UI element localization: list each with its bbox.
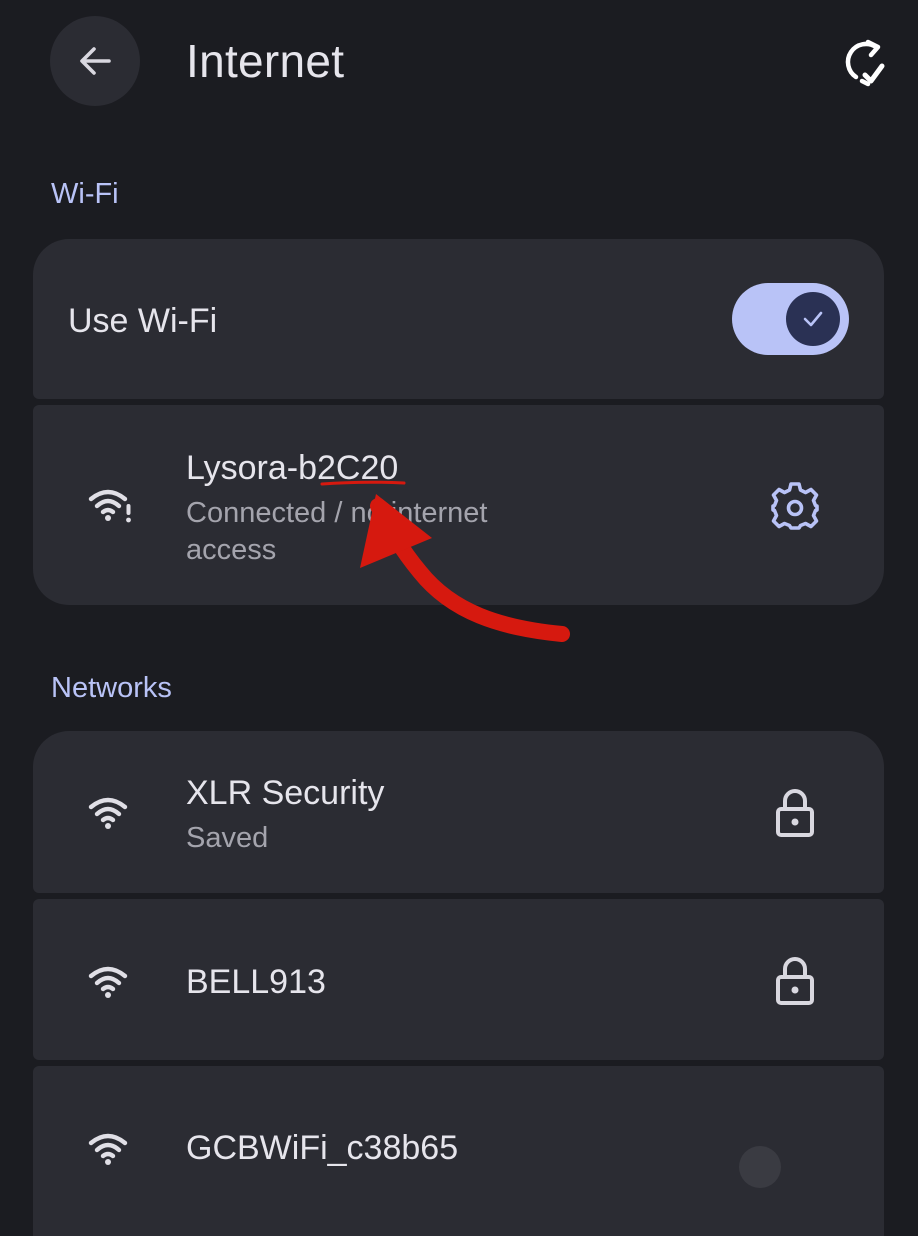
lock-icon (776, 789, 814, 837)
back-button[interactable] (50, 16, 140, 106)
use-wifi-toggle[interactable] (732, 283, 849, 355)
connected-network-status: Connected / no internet (186, 497, 488, 529)
wifi-section-label: Wi-Fi (51, 178, 119, 210)
network-name: BELL913 (186, 963, 326, 1001)
floating-dot (739, 1146, 781, 1188)
network-status: Saved (186, 822, 269, 854)
use-wifi-row[interactable]: Use Wi-Fi (33, 239, 884, 399)
lock-icon (776, 957, 814, 1005)
wifi-icon (88, 966, 128, 998)
network-row-xlr-security[interactable]: XLR Security Saved (33, 731, 884, 893)
wifi-icon (88, 1133, 128, 1165)
toggle-knob (786, 292, 840, 346)
check-icon (803, 311, 823, 327)
arrow-left-icon (80, 47, 111, 75)
wifi-icon (88, 797, 128, 829)
gear-icon[interactable] (769, 480, 821, 532)
connected-network-status-cont: access (186, 534, 277, 566)
refresh-icon (845, 39, 885, 87)
networks-section-label: Networks (51, 672, 172, 704)
network-name: GCBWiFi_c38b65 (186, 1129, 459, 1167)
top-app-bar: Internet (0, 0, 918, 124)
refresh-button[interactable] (834, 34, 894, 90)
connected-network-name: Lysora-b2C20 (186, 449, 399, 487)
page-title: Internet (186, 35, 345, 87)
wifi-alert-icon (88, 489, 131, 523)
network-row-bell913[interactable]: BELL913 (33, 899, 884, 1060)
use-wifi-label: Use Wi-Fi (68, 302, 218, 340)
connected-network-row[interactable]: Lysora-b2C20 Connected / no internet acc… (33, 405, 884, 605)
network-name: XLR Security (186, 774, 385, 812)
network-row-gcbwifi[interactable]: GCBWiFi_c38b65 (33, 1066, 884, 1236)
